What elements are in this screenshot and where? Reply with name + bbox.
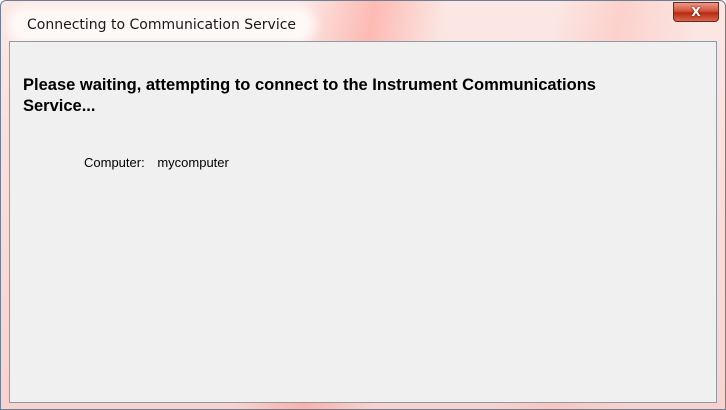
close-icon: X <box>691 5 701 19</box>
computer-label: Computer: <box>84 155 145 170</box>
window-title: Connecting to Communication Service <box>27 17 297 33</box>
computer-value: mycomputer <box>157 155 229 170</box>
dialog-content: Please waiting, attempting to connect to… <box>9 41 717 403</box>
dialog-window: Connecting to Communication Service X Pl… <box>0 0 726 410</box>
status-message: Please waiting, attempting to connect to… <box>23 76 596 115</box>
title-container: Connecting to Communication Service <box>13 12 311 38</box>
title-bar[interactable]: Connecting to Communication Service X <box>1 1 725 41</box>
close-button[interactable]: X <box>673 2 719 22</box>
computer-row: Computer: mycomputer <box>84 155 229 170</box>
